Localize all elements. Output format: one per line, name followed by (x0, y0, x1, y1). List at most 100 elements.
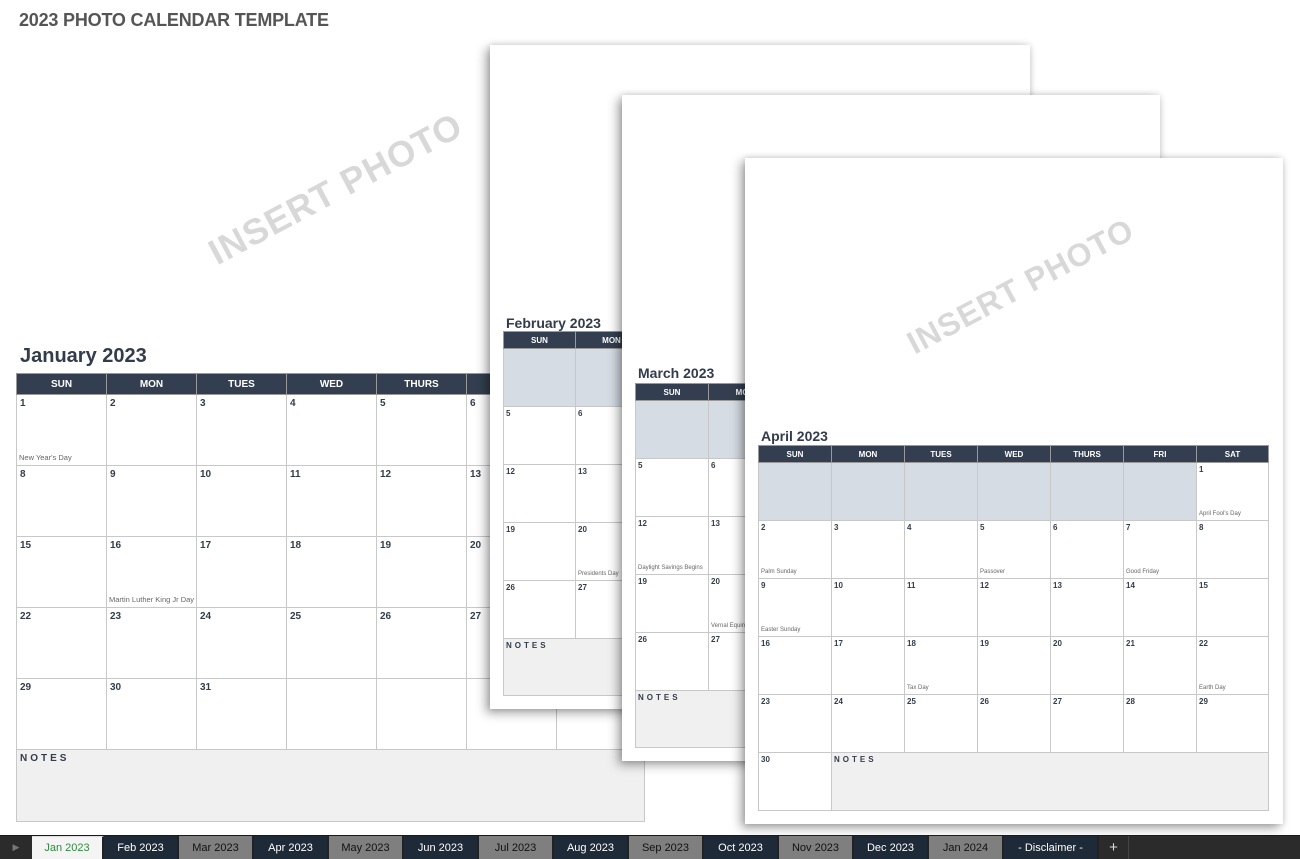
insert-photo-placeholder[interactable]: INSERT PHOTO (901, 211, 1140, 362)
blank-day-cell[interactable] (831, 462, 905, 521)
day-cell[interactable]: 26 (503, 580, 576, 639)
sheet-tab[interactable]: Jan 2024 (929, 836, 1004, 859)
day-cell[interactable]: 8 (1196, 520, 1269, 579)
blank-day-cell[interactable] (635, 400, 709, 459)
sheet-tab[interactable]: Jan 2023 (32, 836, 104, 859)
scroll-tabs-icon[interactable]: ▶ (0, 836, 32, 859)
day-number: 23 (110, 611, 122, 622)
day-cell[interactable]: 10 (831, 578, 905, 637)
day-cell[interactable]: 25 (904, 694, 978, 753)
notes-area[interactable]: NOTES (831, 752, 1269, 811)
blank-day-cell[interactable] (1050, 462, 1124, 521)
day-cell[interactable]: 21 (1123, 636, 1197, 695)
day-number: 30 (761, 755, 770, 764)
day-cell[interactable] (376, 678, 467, 750)
sheet-tab[interactable]: Dec 2023 (854, 836, 929, 859)
day-cell[interactable]: 26 (977, 694, 1051, 753)
sheet-tab[interactable]: - Disclaimer - (1004, 836, 1099, 859)
day-number: 10 (200, 469, 212, 480)
day-cell[interactable]: 23 (106, 607, 197, 679)
day-cell[interactable]: 26 (376, 607, 467, 679)
day-cell[interactable]: 16 (758, 636, 832, 695)
blank-day-cell[interactable] (904, 462, 978, 521)
day-cell[interactable]: 30 (106, 678, 197, 750)
day-cell[interactable]: 19 (977, 636, 1051, 695)
sheet-tab[interactable]: Aug 2023 (554, 836, 629, 859)
day-cell[interactable]: 12 (503, 464, 576, 523)
sheet-tab[interactable]: Mar 2023 (179, 836, 254, 859)
day-cell[interactable]: 3 (196, 394, 287, 466)
day-cell[interactable]: 22 Earth Day (1196, 636, 1269, 695)
day-cell[interactable]: 9 Easter Sunday (758, 578, 832, 637)
day-cell[interactable]: 15 (1196, 578, 1269, 637)
day-cell[interactable] (286, 678, 377, 750)
day-cell[interactable]: 11 (286, 465, 377, 537)
blank-day-cell[interactable] (977, 462, 1051, 521)
day-number: 5 (506, 409, 511, 418)
day-cell[interactable]: 20 (1050, 636, 1124, 695)
day-cell[interactable]: 7 Good Friday (1123, 520, 1197, 579)
day-cell[interactable]: 10 (196, 465, 287, 537)
day-cell[interactable]: 24 (196, 607, 287, 679)
day-cell[interactable]: 23 (758, 694, 832, 753)
notes-area[interactable]: NOTES (16, 749, 645, 822)
day-cell[interactable]: 4 (286, 394, 377, 466)
sheet-tab[interactable]: Oct 2023 (704, 836, 779, 859)
day-cell[interactable]: 16 Martin Luther King Jr Day (106, 536, 197, 608)
day-cell[interactable]: 31 (196, 678, 287, 750)
day-cell[interactable]: 5 (635, 458, 709, 517)
sheet-tab[interactable]: May 2023 (329, 836, 404, 859)
day-cell[interactable]: 26 (635, 632, 709, 691)
day-cell[interactable]: 15 (16, 536, 107, 608)
day-cell[interactable]: 24 (831, 694, 905, 753)
day-cell[interactable]: 4 (904, 520, 978, 579)
day-number: 21 (1126, 639, 1135, 648)
day-cell[interactable]: 17 (196, 536, 287, 608)
sheet-tab[interactable]: Jul 2023 (479, 836, 554, 859)
day-cell[interactable]: 5 Passover (977, 520, 1051, 579)
sheet-tab[interactable]: Jun 2023 (404, 836, 479, 859)
day-cell[interactable]: 19 (503, 522, 576, 581)
day-cell[interactable]: 2 Palm Sunday (758, 520, 832, 579)
day-cell[interactable]: 25 (286, 607, 377, 679)
sheet-tab[interactable]: Apr 2023 (254, 836, 329, 859)
holiday-label: April Fool's Day (1199, 511, 1241, 518)
holiday-label: Daylight Savings Begins (638, 565, 703, 572)
day-cell[interactable]: 5 (376, 394, 467, 466)
day-cell[interactable]: 9 (106, 465, 197, 537)
day-cell[interactable]: 3 (831, 520, 905, 579)
day-cell[interactable]: 12 (977, 578, 1051, 637)
day-cell[interactable]: 29 (16, 678, 107, 750)
day-cell[interactable]: 18 (286, 536, 377, 608)
day-cell[interactable]: 19 (635, 574, 709, 633)
day-cell[interactable]: 17 (831, 636, 905, 695)
day-cell[interactable]: 28 (1123, 694, 1197, 753)
day-cell[interactable]: 1 New Year's Day (16, 394, 107, 466)
insert-photo-placeholder[interactable]: INSERT PHOTO (202, 104, 470, 273)
sheet-tab[interactable]: Feb 2023 (104, 836, 179, 859)
add-sheet-button[interactable]: + (1099, 836, 1129, 859)
day-number: 25 (290, 611, 302, 622)
day-cell[interactable]: 13 (1050, 578, 1124, 637)
day-cell[interactable]: 6 (1050, 520, 1124, 579)
day-cell[interactable]: 8 (16, 465, 107, 537)
blank-day-cell[interactable] (758, 462, 832, 521)
day-cell[interactable]: 22 (16, 607, 107, 679)
day-cell[interactable]: 11 (904, 578, 978, 637)
blank-day-cell[interactable] (503, 348, 576, 407)
day-cell[interactable]: 29 (1196, 694, 1269, 753)
day-cell[interactable]: 14 (1123, 578, 1197, 637)
day-cell[interactable]: 19 (376, 536, 467, 608)
sheet-tab[interactable]: Sep 2023 (629, 836, 704, 859)
day-cell[interactable]: 27 (1050, 694, 1124, 753)
sheet-tab[interactable]: Nov 2023 (779, 836, 854, 859)
day-number: 22 (20, 611, 32, 622)
day-cell[interactable]: 1 April Fool's Day (1196, 462, 1269, 521)
day-cell[interactable]: 12 (376, 465, 467, 537)
day-cell[interactable]: 5 (503, 406, 576, 465)
day-cell[interactable]: 18 Tax Day (904, 636, 978, 695)
day-cell[interactable]: 30 (758, 752, 832, 811)
day-cell[interactable]: 2 (106, 394, 197, 466)
day-cell[interactable]: 12 Daylight Savings Begins (635, 516, 709, 575)
blank-day-cell[interactable] (1123, 462, 1197, 521)
